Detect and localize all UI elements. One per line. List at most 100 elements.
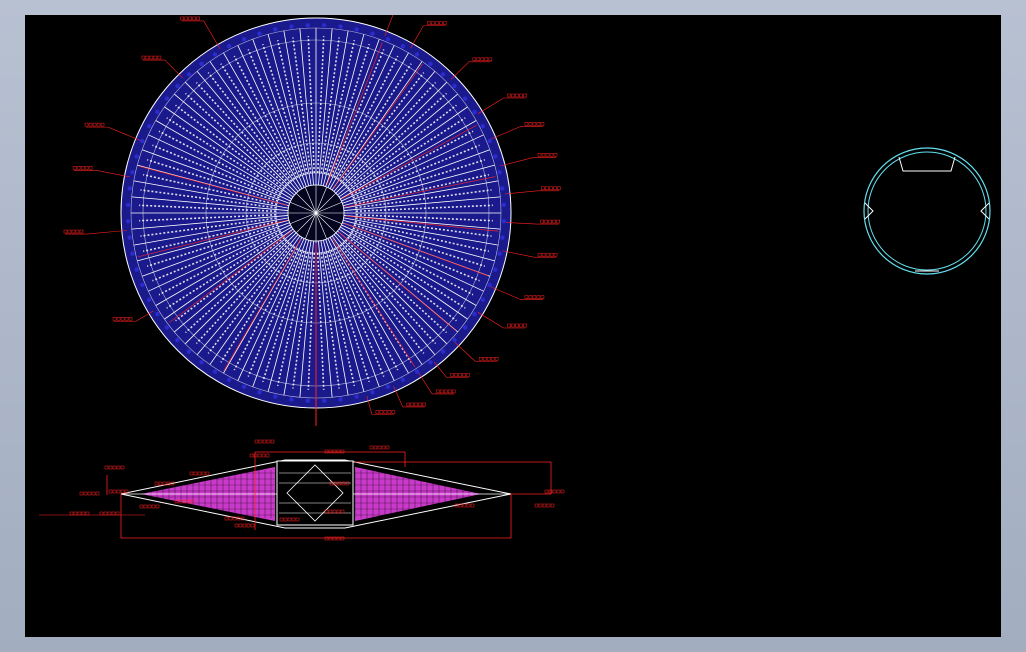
callout-glyph <box>536 295 541 299</box>
callout-glyph <box>462 373 466 377</box>
rim-block <box>370 390 375 395</box>
callout-glyph <box>519 323 523 328</box>
callout-glyph <box>375 410 380 414</box>
callout-glyph <box>116 317 121 321</box>
detail-left-notch <box>864 202 874 220</box>
callout-glyph <box>443 389 448 394</box>
drawing-canvas[interactable] <box>25 15 1001 637</box>
section-callout-glyph <box>265 453 270 458</box>
callout-glyph <box>545 252 550 257</box>
leader-line <box>203 20 221 50</box>
rim-block <box>127 186 132 191</box>
rim-block <box>212 369 218 374</box>
callout-glyph <box>88 166 93 170</box>
section-callout-glyph <box>108 465 113 470</box>
callout-glyph <box>410 402 415 407</box>
section-callout-glyph <box>104 465 109 470</box>
callout-glyph <box>484 57 489 62</box>
rim-block <box>140 138 145 144</box>
callout-glyph <box>431 21 435 25</box>
callout-glyph <box>511 93 515 98</box>
callout-glyph <box>379 410 384 414</box>
callout-glyph <box>192 16 196 21</box>
rim-block <box>472 311 477 317</box>
leader-line <box>96 170 130 178</box>
section-callout-glyph <box>154 481 159 486</box>
callout-glyph <box>486 357 491 361</box>
rim-block <box>257 31 262 36</box>
cad-window-frame <box>0 0 1026 652</box>
callout-glyph <box>490 357 495 361</box>
section-callout-glyph <box>99 511 104 516</box>
rim-block <box>487 138 492 144</box>
rim-block <box>400 377 406 382</box>
rim-block <box>175 337 180 343</box>
callout-glyph <box>184 16 188 21</box>
callout-glyph <box>536 122 541 126</box>
rim-block <box>273 394 278 399</box>
section-callout-glyph <box>556 489 561 494</box>
section-callout-glyph <box>201 471 206 476</box>
callout-glyph <box>92 122 97 127</box>
rim-block <box>305 22 310 28</box>
rim-block <box>155 311 160 317</box>
rim-block <box>125 202 131 207</box>
plan-view <box>63 15 561 426</box>
callout-glyph <box>88 122 93 127</box>
rim-block <box>134 154 139 159</box>
callout-glyph <box>76 166 81 170</box>
rim-block <box>500 235 505 240</box>
rim-block <box>487 282 492 288</box>
callout-glyph <box>548 219 552 224</box>
section-callout-glyph <box>112 465 117 470</box>
callout-glyph <box>541 252 546 257</box>
callout-glyph <box>545 153 550 157</box>
section-callout-glyph <box>324 536 329 541</box>
detail-outer-ring <box>863 147 991 275</box>
callout-glyph <box>80 166 85 170</box>
callout-glyph <box>141 55 146 60</box>
rim-block <box>164 325 170 330</box>
section-callout-glyph <box>234 523 239 528</box>
section-callout-glyph <box>158 481 163 486</box>
rim-block <box>462 96 468 101</box>
rim-block <box>322 22 327 28</box>
callout-glyph <box>515 323 519 328</box>
section-callout-glyph <box>155 504 160 509</box>
section-callout-glyph <box>538 503 543 508</box>
callout-glyph <box>537 252 542 257</box>
detail-right-notch <box>980 202 990 220</box>
callout-glyph <box>472 57 477 62</box>
rim-block <box>452 83 457 89</box>
section-callout-glyph <box>261 453 266 458</box>
rim-block <box>289 24 294 29</box>
callout-glyph <box>84 122 89 127</box>
leader-line <box>477 312 504 329</box>
callout-glyph <box>488 57 493 62</box>
callout-glyph <box>406 402 411 407</box>
rim-block <box>226 44 232 49</box>
callout-glyph <box>100 122 105 127</box>
section-callout-glyph <box>462 503 467 508</box>
callout-glyph <box>196 16 200 21</box>
leader-line <box>477 97 504 114</box>
callout-glyph <box>524 122 529 126</box>
section-callout-glyph <box>242 523 247 528</box>
section-callout-glyph <box>228 516 233 521</box>
callout-glyph <box>549 153 554 157</box>
section-callout-glyph <box>120 489 125 494</box>
rim-block <box>462 325 468 330</box>
callout-glyph <box>544 219 548 224</box>
callout-glyph <box>480 57 485 62</box>
section-callout-glyph <box>466 503 471 508</box>
callout-glyph <box>549 186 553 191</box>
section-callout-glyph <box>87 491 92 496</box>
section-callout-glyph <box>332 536 337 541</box>
section-callout-glyph <box>189 471 194 476</box>
callout-glyph <box>180 16 184 21</box>
leader-line <box>454 342 476 362</box>
section-callout-glyph <box>85 511 90 516</box>
callout-glyph <box>79 229 84 234</box>
section-callout-glyph <box>249 453 254 458</box>
rim-block <box>226 377 232 382</box>
